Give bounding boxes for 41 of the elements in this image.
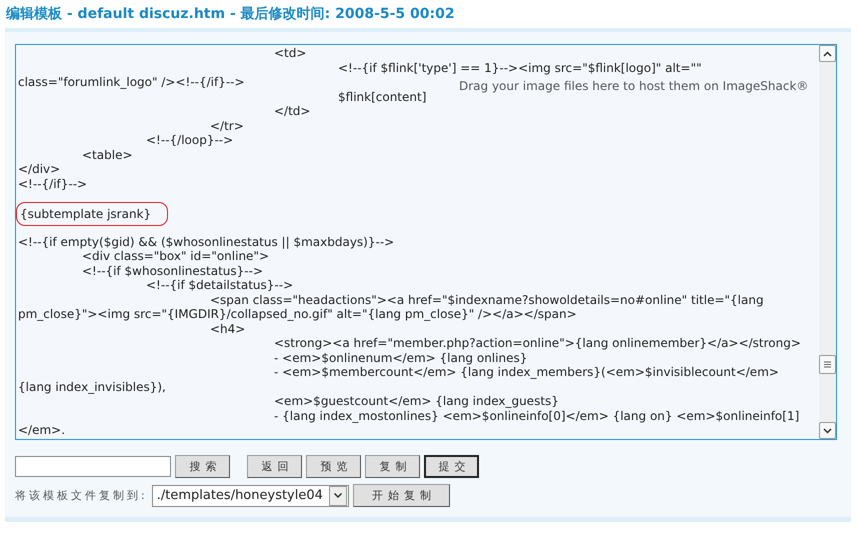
- code-line: </td>: [273, 104, 310, 118]
- code-line: - <em>$onlinenum</em> {lang onlines}: [273, 350, 528, 364]
- code-line: - <em>$membercount</em> {lang index_members}(<em>$invisiblecount</em>: [273, 365, 779, 379]
- code-line: <!--{if empty($gid) && ($whosonlinestatus || $maxbdays)}-->: [18, 234, 394, 248]
- drop-hint: Drag your image files here to host them on ImageShack®: [459, 79, 808, 93]
- code-line: <h4>: [209, 322, 246, 336]
- code-line: class="forumlink_logo" /><!--{/if}-->: [18, 75, 245, 89]
- code-line: <table>: [81, 148, 133, 162]
- copy-label: 将该模板文件复制到:: [15, 488, 148, 503]
- code-line: </em>.: [18, 423, 66, 437]
- circled-code-line: {subtemplate jsrank}: [16, 202, 168, 226]
- code-line: </tr>: [209, 118, 244, 132]
- code-line: $flink[content]: [337, 90, 426, 104]
- search-button[interactable]: 搜索: [175, 455, 230, 478]
- code-editor[interactable]: [15, 44, 837, 440]
- code-line: <div class="box" id="online">: [81, 249, 270, 263]
- start-copy-button[interactable]: 开始复制: [352, 484, 450, 507]
- code-line: - {lang index_mostonlines} <em>$onlineinfo[0]</em> {lang on} <em>$onlineinfo[1]: [273, 408, 800, 422]
- action-button[interactable]: 预览: [306, 455, 361, 478]
- scroll-up-icon[interactable]: [819, 45, 836, 62]
- template-select[interactable]: ./templates/honeystyle04: [152, 484, 349, 506]
- code-line: </div>: [18, 162, 60, 176]
- scroll-down-icon[interactable]: [819, 422, 836, 439]
- dropdown-caret-icon: [328, 486, 347, 506]
- code-line: <!--{/loop}-->: [145, 133, 234, 147]
- code-line: <!--{if $whosonlinestatus}-->: [81, 264, 264, 278]
- code-line: <!--{/if}-->: [18, 176, 88, 190]
- action-button[interactable]: 复制: [365, 455, 420, 478]
- code-line: <td>: [273, 46, 306, 60]
- action-button[interactable]: 提交: [424, 455, 479, 478]
- code-line: <em>$guestcount</em> {lang index_guests}: [273, 394, 559, 408]
- action-button[interactable]: 返回: [247, 455, 302, 478]
- code-line: pm_close}"><img src="{IMGDIR}/collapsed_no.gif" alt="{lang pm_close}" /></a></span>: [18, 307, 577, 321]
- code-line: <!--{if $flink['type'] == 1}--><img src="$flink[logo]" alt="": [337, 60, 702, 74]
- search-field[interactable]: [15, 456, 171, 477]
- code-line: <strong><a href="member.php?action=online">{lang onlinemember}</a></strong>: [273, 336, 801, 350]
- page-title: 编辑模板 - default discuz.htm - 最后修改时间: 2008-5-5 00:02: [4, 5, 456, 24]
- code-line: <!--{if $detailstatus}-->: [145, 278, 294, 292]
- code-line: <span class="headactions"><a href="$indexname?showoldetails=no#online" title="{lang: [209, 292, 764, 306]
- scroll-thumb[interactable]: [819, 355, 836, 374]
- code-line: {lang index_invisibles}),: [18, 380, 166, 394]
